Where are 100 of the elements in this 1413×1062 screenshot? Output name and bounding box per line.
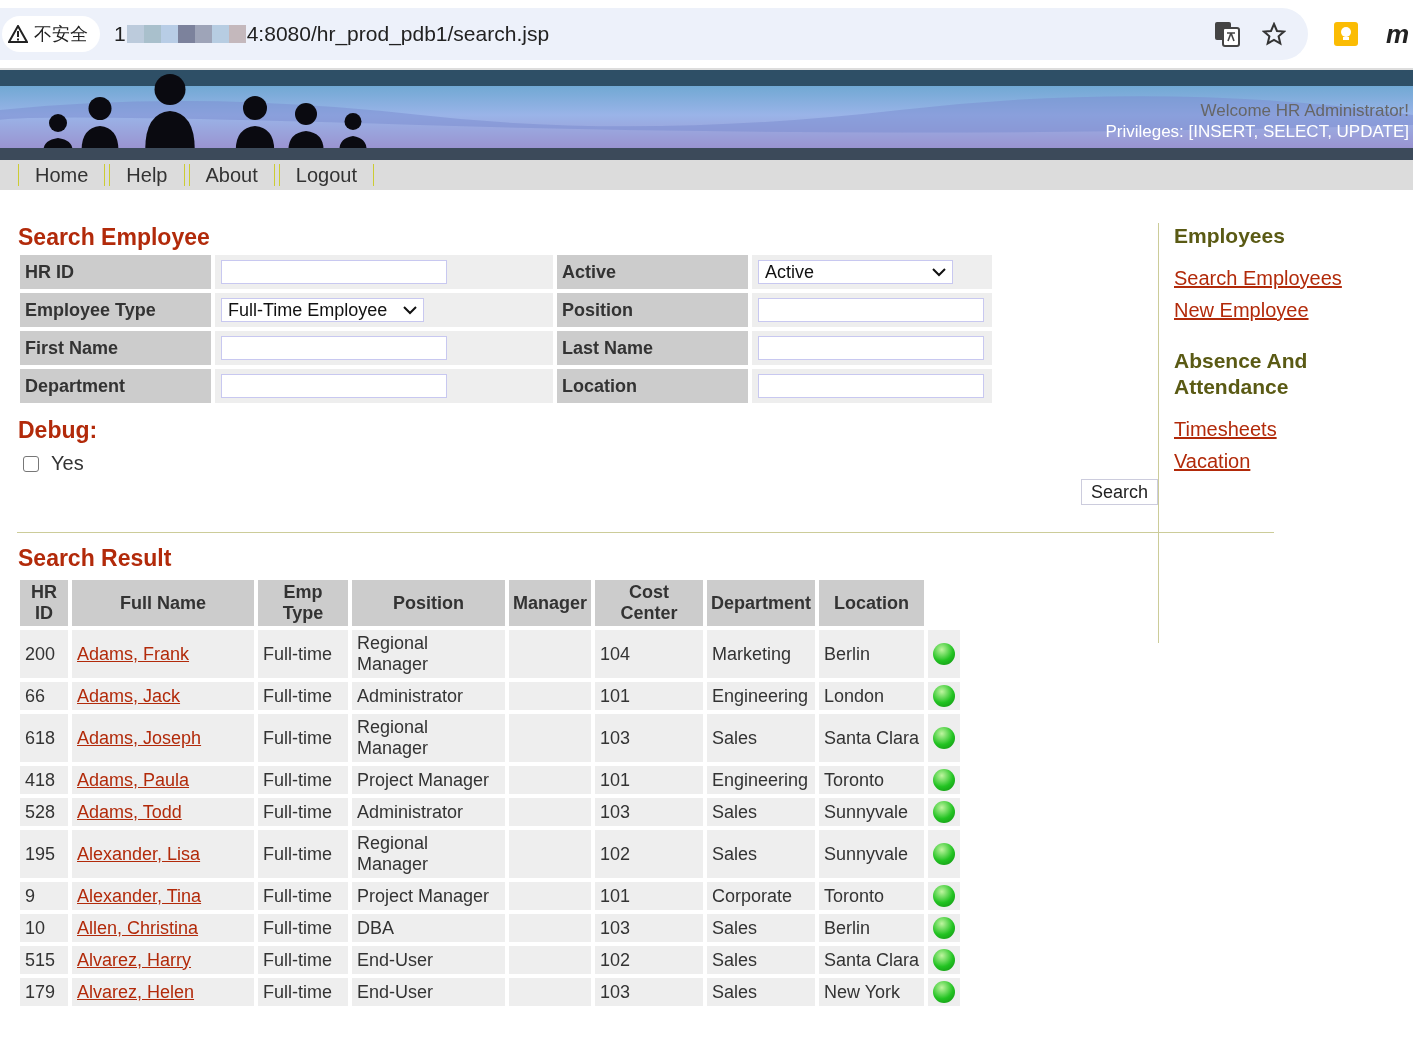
table-cell: Regional Manager	[352, 714, 505, 762]
table-cell: Santa Clara	[819, 714, 925, 762]
table-cell: 10	[20, 914, 68, 942]
table-cell: Full-time	[258, 714, 348, 762]
column-header: Position	[352, 580, 505, 626]
table-cell: Project Manager	[352, 882, 505, 910]
nav-link[interactable]: About	[188, 164, 275, 186]
field-label: Employee Type	[20, 293, 211, 327]
nav-link[interactable]: Logout	[278, 164, 374, 186]
table-cell: New York	[819, 978, 925, 1006]
checkbox-label[interactable]: Yes	[51, 452, 84, 475]
table-cell: 103	[595, 914, 704, 942]
dropdown[interactable]: Active	[758, 260, 953, 284]
field-label: HR ID	[20, 255, 211, 289]
dropdown[interactable]: Full-Time Employee	[221, 298, 425, 322]
field-label: Location	[557, 369, 748, 403]
input-field[interactable]	[758, 336, 984, 360]
input-field[interactable]	[221, 336, 447, 360]
sidebar-heading: Employees	[1174, 223, 1286, 249]
column-header: Location	[819, 580, 925, 626]
column-header: Department	[707, 580, 816, 626]
sidebar-link[interactable]: Search Employees	[1174, 267, 1394, 290]
table-cell: Full-time	[258, 830, 348, 878]
table-cell: Full-time	[258, 914, 348, 942]
table-cell: Berlin	[819, 914, 925, 942]
lightbulb-icon[interactable]	[1334, 22, 1358, 46]
table-cell: Full-time	[258, 682, 348, 710]
column-header: HR ID	[20, 580, 68, 626]
section-title: Search Result	[18, 545, 173, 572]
table-cell: End-User	[352, 978, 505, 1006]
url-text[interactable]: 4:8080/hr_prod_pdb1/search.jsp	[246, 22, 550, 46]
translate-icon[interactable]	[1214, 21, 1240, 47]
table-cell: Full-time	[258, 630, 348, 678]
table-cell: 418	[20, 766, 68, 794]
chevron-down-icon	[403, 305, 418, 315]
input-field[interactable]	[758, 374, 984, 398]
table-cell: London	[819, 682, 925, 710]
nav-link[interactable]: Home	[18, 164, 106, 186]
star-icon[interactable]	[1262, 22, 1286, 46]
table-cell: Sales	[707, 830, 816, 878]
extension-label[interactable]: m	[1386, 18, 1410, 50]
table-cell: 103	[595, 714, 704, 762]
sidebar-link[interactable]: New Employee	[1174, 299, 1394, 322]
sidebar-link[interactable]: Vacation	[1174, 450, 1394, 473]
field-label: First Name	[20, 331, 211, 365]
table-cell: 179	[20, 978, 68, 1006]
table-cell: 101	[595, 882, 704, 910]
table-cell: Sunnyvale	[819, 798, 925, 826]
input-field[interactable]	[758, 298, 984, 322]
input-field[interactable]	[221, 374, 447, 398]
table-cell: Engineering	[707, 682, 816, 710]
field-label: Department	[20, 369, 211, 403]
table-cell: Project Manager	[352, 766, 505, 794]
table-cell: Full-time	[258, 978, 348, 1006]
table-cell: Sales	[707, 946, 816, 974]
table-cell: Regional Manager	[352, 830, 505, 878]
search-button[interactable]: Search	[1080, 479, 1158, 505]
nav-link[interactable]: Help	[109, 164, 185, 186]
table-cell: Sales	[707, 714, 816, 762]
section-title: Debug:	[18, 417, 99, 444]
sidebar-heading: Absence And Attendance	[1174, 348, 1309, 400]
table-cell: 101	[595, 682, 704, 710]
table-cell: Full-time	[258, 882, 348, 910]
table-cell: 66	[20, 682, 68, 710]
table-cell: 618	[20, 714, 68, 762]
welcome-text: Welcome HR Administrator!	[1199, 100, 1409, 121]
table-cell: Sunnyvale	[819, 830, 925, 878]
table-cell: Full-time	[258, 766, 348, 794]
column-header: Emp Type	[258, 580, 348, 626]
url-text[interactable]: 1	[114, 22, 126, 46]
table-cell: Sales	[707, 798, 816, 826]
field-label: Active	[557, 255, 748, 289]
chevron-down-icon	[932, 267, 946, 277]
table-cell: 195	[20, 830, 68, 878]
table-cell: 104	[595, 630, 704, 678]
table-cell: Marketing	[707, 630, 816, 678]
checkbox[interactable]	[23, 455, 39, 472]
table-cell: End-User	[352, 946, 505, 974]
table-cell: Berlin	[819, 630, 925, 678]
column-header: Full Name	[72, 580, 254, 626]
table-cell: 102	[595, 946, 704, 974]
table-cell: Toronto	[819, 882, 925, 910]
section-title: Search Employee	[18, 224, 211, 251]
table-cell: Engineering	[707, 766, 816, 794]
warning-icon	[8, 25, 28, 43]
field-label: Position	[557, 293, 748, 327]
table-cell: 515	[20, 946, 68, 974]
input-field[interactable]	[221, 260, 447, 284]
sidebar-link[interactable]: Timesheets	[1174, 418, 1394, 441]
table-cell: Sales	[707, 978, 816, 1006]
table-cell: Full-time	[258, 798, 348, 826]
table-cell: Full-time	[258, 946, 348, 974]
table-cell: Toronto	[819, 766, 925, 794]
table-cell: 200	[20, 630, 68, 678]
table-cell: 528	[20, 798, 68, 826]
table-cell: 101	[595, 766, 704, 794]
table-cell: 103	[595, 978, 704, 1006]
table-cell: 103	[595, 798, 704, 826]
table-cell: Administrator	[352, 798, 505, 826]
field-label: Last Name	[557, 331, 748, 365]
